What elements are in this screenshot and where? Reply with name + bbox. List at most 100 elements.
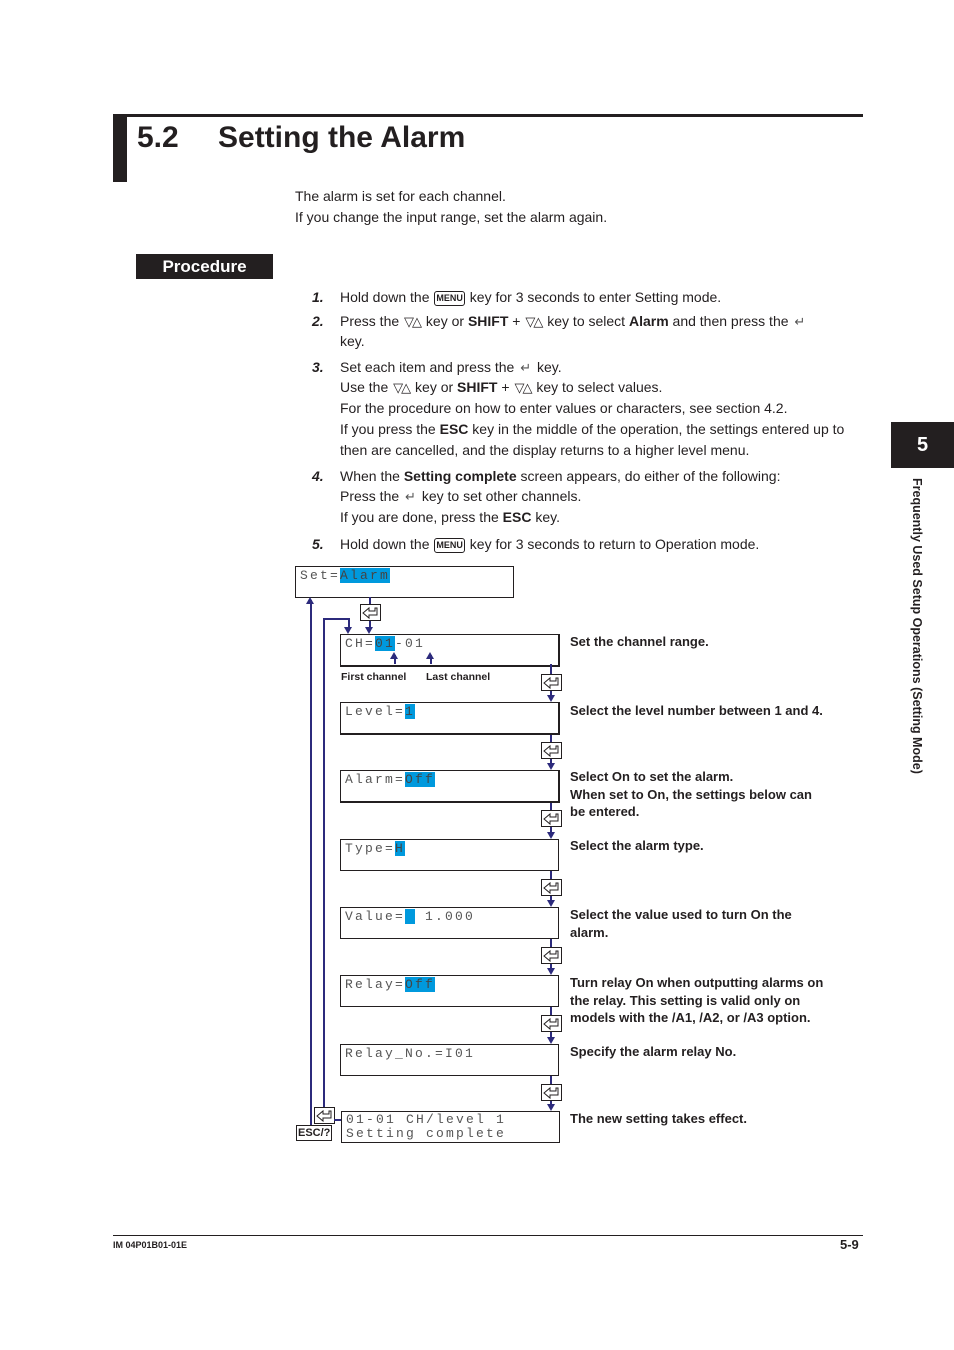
lcd-type: Type=H: [340, 839, 559, 871]
lcd-text: Type=H: [345, 841, 406, 856]
text: key.: [535, 509, 560, 525]
lcd-alarm: Alarm=Off: [340, 770, 560, 803]
arrow-down-icon: [547, 900, 555, 907]
section-title: Setting the Alarm: [218, 121, 466, 154]
text: When the: [340, 468, 400, 484]
step-2-text-cont: key.: [340, 333, 365, 349]
note-level: Select the level number between 1 and 4.: [570, 703, 823, 718]
text: Set each item and press the: [340, 359, 515, 375]
step-3-line-5: then are cancelled, and the display retu…: [340, 442, 750, 458]
enter-key-icon: [541, 947, 562, 964]
text: key for 3 seconds to enter Setting mode.: [469, 289, 722, 305]
lcd-value: [405, 909, 416, 924]
up-down-key-icon: ▽△: [404, 314, 422, 329]
arrow-down-icon: [344, 627, 352, 634]
arrow-down-icon: [547, 968, 555, 975]
lcd-label: Type=: [345, 841, 396, 856]
lcd-value: Alarm: [340, 568, 391, 583]
arrow-down-icon: [365, 627, 373, 634]
lcd-label: CH=: [345, 636, 376, 651]
lcd-set-alarm: Set=Alarm: [295, 566, 514, 598]
step-1-number: 1.: [312, 289, 324, 305]
lcd-text: Level=1: [345, 704, 416, 719]
enter-key-icon: [360, 604, 381, 621]
enter-key-icon: [541, 1084, 562, 1101]
note-relay-no: Specify the alarm relay No.: [570, 1044, 737, 1059]
lcd-text: Relay_No.=I01: [345, 1046, 476, 1061]
text: and then press the: [672, 313, 789, 329]
lcd-text: Set=Alarm: [300, 568, 391, 583]
text: key in the middle of the operation, the …: [472, 421, 845, 437]
shift-key-label: SHIFT: [467, 313, 509, 329]
step-4-number: 4.: [312, 468, 324, 484]
lcd-channel: CH=01-01: [340, 634, 560, 667]
step-3-line-2: Use the ▽△ key or SHIFT + ▽△ key to sele…: [340, 379, 662, 396]
enter-key-icon: [541, 810, 562, 827]
enter-key-icon: [314, 1107, 335, 1124]
alarm-label: Alarm: [628, 313, 669, 329]
lcd-text: Relay=Off: [345, 977, 436, 992]
note-alarm: Select On to set the alarm. When set to …: [570, 768, 860, 821]
esc-help-key-icon: ESC/?: [296, 1125, 333, 1141]
enter-key-icon: ↵: [794, 314, 806, 329]
lcd-text: 01-01 CH/level 1 Setting complete: [346, 1113, 506, 1141]
arrow-up-icon: [390, 652, 398, 659]
step-3-number: 3.: [312, 359, 324, 375]
lcd-value-setting: Value= 1.000: [340, 907, 559, 939]
note-line: When set to On, the settings below can: [570, 786, 812, 802]
note-line: be entered.: [570, 804, 640, 819]
text: key.: [537, 359, 562, 375]
doc-id: IM 04P01B01-01E: [113, 1240, 188, 1250]
lcd-text: Value= 1.000: [345, 909, 475, 924]
menu-key-icon: MENU: [434, 290, 465, 306]
text: Use the: [340, 379, 389, 395]
step-4-line-3: If you are done, press the ESC key.: [340, 509, 560, 525]
text: +: [512, 313, 521, 329]
step-5-text: Hold down the MENU key for 3 seconds to …: [340, 536, 759, 553]
arrow-up-icon: [426, 652, 434, 659]
arrow-down-icon: [547, 763, 555, 770]
text: key for 3 seconds to return to Operation…: [469, 536, 760, 552]
lcd-label: Alarm=: [345, 772, 406, 787]
section-rule: [127, 114, 863, 117]
enter-return-top: [323, 618, 349, 620]
note-value: Select the value used to turn On the ala…: [570, 906, 860, 941]
up-down-key-icon: ▽△: [525, 314, 543, 329]
lcd-text: Alarm=Off: [345, 772, 436, 787]
lcd-last-channel: 01: [405, 636, 426, 651]
note-type: Select the alarm type.: [570, 838, 704, 853]
text: Hold down the: [340, 536, 430, 552]
step-3-line-3: For the procedure on how to enter values…: [340, 400, 788, 416]
note-line: Turn relay On when outputting alarms on: [570, 975, 824, 990]
lcd-value: 1: [405, 704, 416, 719]
lcd-relay: Relay=Off: [340, 975, 559, 1007]
text: Press the: [340, 488, 400, 504]
note-line: Select On to set the alarm.: [570, 769, 734, 784]
note-line: Select the value used to turn On the: [570, 907, 792, 922]
esc-key-label: ESC: [439, 421, 469, 437]
text: key to set other channels.: [421, 488, 582, 504]
enter-key-icon: [541, 1015, 562, 1032]
footer-rule: [113, 1235, 863, 1236]
lcd-relay-no: Relay_No.=I01: [340, 1044, 559, 1076]
step-3-line-1: Set each item and press the ↵ key.: [340, 359, 562, 376]
esc-key-label: ESC: [502, 509, 532, 525]
note-line: models with the /A1, /A2, or /A3 option.: [570, 1010, 811, 1025]
lcd-text: CH=01-01: [345, 636, 425, 651]
text: Press the: [340, 313, 400, 329]
lcd-value: H: [395, 841, 406, 856]
section-bar: [113, 114, 127, 182]
chapter-tab: 5: [891, 422, 954, 468]
text: key or: [415, 379, 454, 395]
intro-line-1: The alarm is set for each channel.: [295, 188, 506, 204]
lcd-value: Off: [405, 977, 436, 992]
step-3-line-4: If you press the ESC key in the middle o…: [340, 421, 844, 437]
up-down-key-icon: ▽△: [514, 380, 532, 395]
text: Hold down the: [340, 289, 430, 305]
procedure-label: Procedure: [136, 254, 273, 279]
text: If you are done, press the: [340, 509, 499, 525]
chapter-title: Frequently Used Setup Operations (Settin…: [910, 478, 924, 774]
lcd-label: Relay=: [345, 977, 406, 992]
text: key to select values.: [536, 379, 663, 395]
lcd-first-channel: 01: [375, 636, 396, 651]
